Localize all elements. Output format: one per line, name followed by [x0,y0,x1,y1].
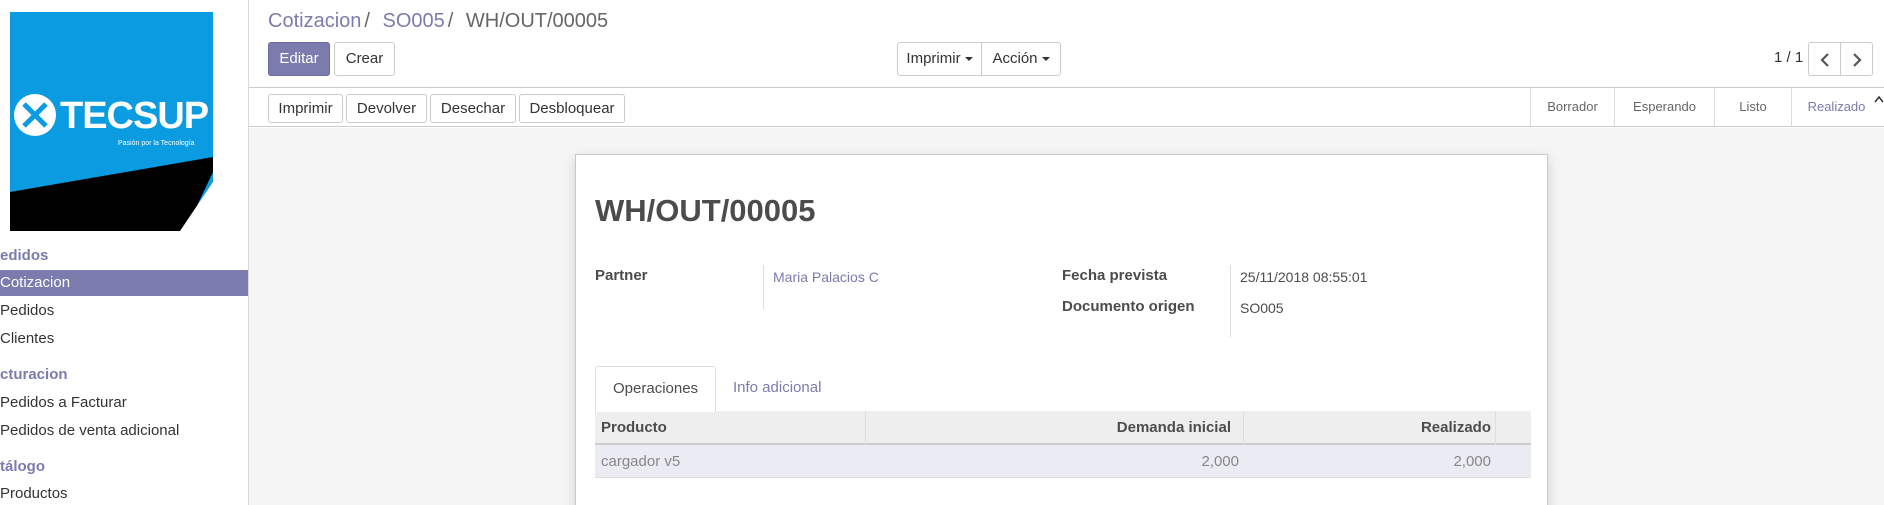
column-divider [1243,411,1244,445]
logo-text: TECSUP [60,95,209,137]
action-dropdown[interactable]: Acción [981,42,1061,76]
cell-done: 2,000 [1453,453,1491,470]
pager-next-button[interactable] [1840,42,1873,76]
breadcrumb: Cotizacion / SO005/ WH/OUT/00005 [268,10,608,33]
caret-down-icon [1041,57,1050,62]
action-dropdown-label: Acción [992,50,1038,67]
column-header-realizado[interactable]: Realizado [1421,411,1491,445]
breadcrumb-item-cotizacion[interactable]: Cotizacion [268,10,361,32]
cell-demand: 2,000 [1201,453,1239,470]
column-divider [1495,411,1496,445]
partner-value[interactable]: Maria Palacios C [773,269,879,285]
chevron-right-icon [1852,52,1862,67]
tab-operaciones[interactable]: Operaciones [595,366,717,412]
print-dropdown-label: Imprimir [906,50,961,67]
create-button[interactable]: Crear [334,42,395,76]
menu-item-clientes[interactable]: Clientes [0,326,248,352]
pager-value[interactable]: 1 / 1 [1774,49,1803,66]
pager-previous-button[interactable] [1808,42,1841,76]
breadcrumb-current: WH/OUT/00005 [465,10,609,32]
breadcrumb-separator: / [447,10,454,32]
menu-item-pedidos[interactable]: Pedidos [0,298,248,324]
edit-button[interactable]: Editar [268,42,330,76]
scheduled-date-value: 25/11/2018 08:55:01 [1240,269,1368,285]
origin-document-label: Documento origen [1062,298,1195,315]
stage-realizado[interactable]: Realizado [1791,88,1881,126]
table-row[interactable]: cargador v5 2,000 2,000 [595,445,1531,478]
menu-item-productos[interactable]: Productos [0,481,248,505]
column-header-producto[interactable]: Producto [601,411,667,445]
chevron-left-icon [1819,52,1829,67]
menu-item-pedidos-a-facturar[interactable]: Pedidos a Facturar [0,390,248,416]
return-button[interactable]: Devolver [346,94,427,123]
column-divider [865,411,866,445]
operations-table: Producto Demanda inicial Realizado carga… [595,411,1531,478]
origin-document-value: SO005 [1240,300,1284,316]
unlock-button[interactable]: Desbloquear [519,94,625,123]
document-title: WH/OUT/00005 [595,193,816,228]
partner-label: Partner [595,267,648,284]
company-logo: TECSUP Pasión por la Tecnología [10,12,213,231]
sidebar: TECSUP Pasión por la Tecnología edidos C… [0,0,249,505]
print-button[interactable]: Imprimir [268,94,343,123]
field-divider [1230,265,1231,337]
cell-product: cargador v5 [601,453,681,470]
status-bar: Imprimir Devolver Desechar Desbloquear B… [249,87,1884,127]
logo-tagline: Pasión por la Tecnología [118,140,195,147]
field-divider [763,265,764,309]
menu-section-catalogo: tálogo [0,458,45,475]
menu-item-cotizacion[interactable]: Cotizacion [0,270,248,296]
tab-info-adicional[interactable]: Info adicional [716,366,838,412]
table-header: Producto Demanda inicial Realizado [595,411,1531,445]
print-dropdown[interactable]: Imprimir [897,42,982,76]
scheduled-date-label: Fecha prevista [1062,267,1168,284]
stage-esperando[interactable]: Esperando [1614,88,1714,126]
form-sheet: WH/OUT/00005 Partner Maria Palacios C Fe… [575,154,1548,505]
caret-down-icon [964,57,973,62]
menu-section-facturacion: cturacion [0,366,68,383]
stage-listo[interactable]: Listo [1714,88,1791,126]
scroll-up-icon[interactable] [1874,95,1884,103]
scrap-button[interactable]: Desechar [430,94,516,123]
menu-item-pedidos-venta-adicional[interactable]: Pedidos de venta adicional [0,418,248,444]
menu-section-pedidos: edidos [0,247,49,264]
stage-borrador[interactable]: Borrador [1530,88,1614,126]
breadcrumb-item-so005[interactable]: SO005 [383,10,445,32]
breadcrumb-separator: / [364,10,370,32]
column-header-demanda-inicial[interactable]: Demanda inicial [1117,411,1231,445]
